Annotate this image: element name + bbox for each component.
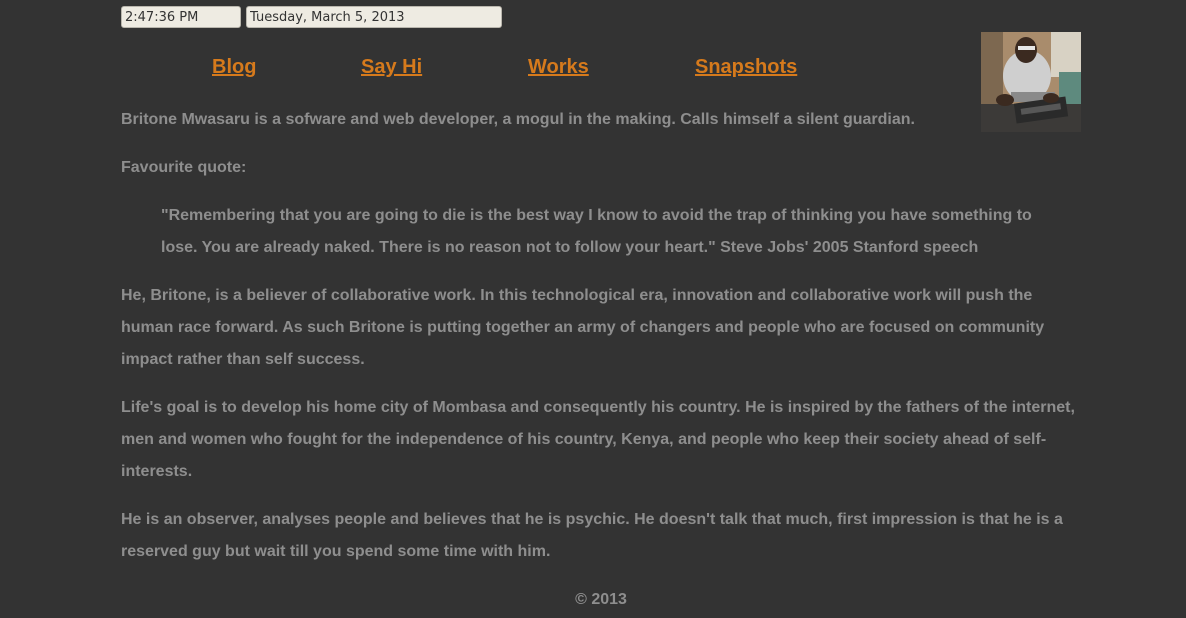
nav-link-say-hi[interactable]: Say Hi — [361, 56, 422, 79]
collaboration-paragraph: He, Britone, is a believer of collaborat… — [121, 287, 1045, 368]
profile-photo-image — [981, 32, 1081, 132]
nav-link-snapshots[interactable]: Snapshots — [695, 56, 797, 79]
observer-paragraph: He is an observer, analyses people and b… — [121, 511, 1063, 560]
favourite-quote: "Remembering that you are going to die i… — [161, 207, 1032, 256]
footer-copyright: © 2013 — [575, 591, 627, 608]
intro-paragraph: Britone Mwasaru is a sofware and web dev… — [121, 111, 915, 128]
time-field[interactable] — [121, 6, 241, 28]
nav-link-blog[interactable]: Blog — [212, 56, 256, 79]
profile-photo — [981, 32, 1081, 132]
nav-link-works[interactable]: Works — [528, 56, 589, 79]
quote-label: Favourite quote: — [121, 159, 247, 176]
life-goal-paragraph: Life's goal is to develop his home city … — [121, 399, 1075, 480]
date-field[interactable] — [246, 6, 502, 28]
